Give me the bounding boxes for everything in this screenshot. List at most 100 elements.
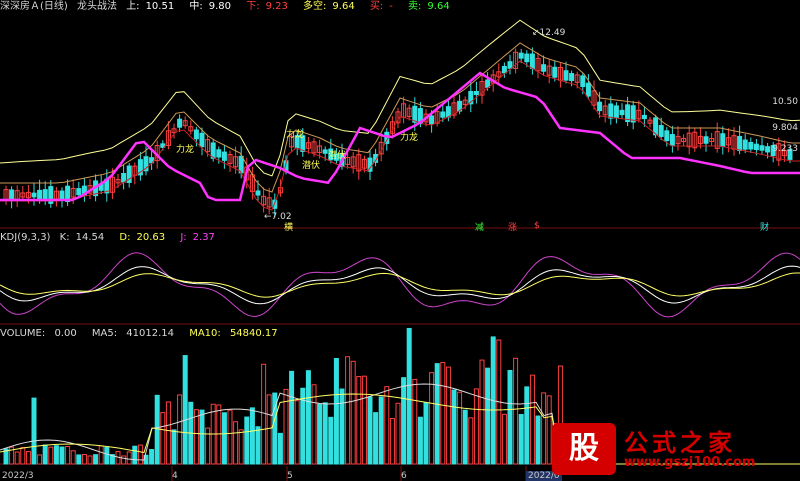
- qianfu-annotation-1: 潜伏: [302, 161, 321, 171]
- candle-body: [177, 118, 183, 128]
- volume-bar: [126, 451, 132, 465]
- volume-bar: [356, 376, 362, 465]
- volume-bar: [395, 402, 401, 465]
- candle-body: [619, 109, 625, 116]
- volume-bar: [98, 445, 104, 465]
- candle-body: [613, 105, 619, 119]
- volume-bar: [294, 400, 300, 465]
- li-long-annotation-2: 力龙: [286, 130, 305, 140]
- candle-body: [748, 142, 754, 150]
- volume-bar: [216, 404, 222, 465]
- volume-bar: [378, 396, 384, 465]
- candle-body: [501, 65, 507, 74]
- volume-bar: [367, 396, 373, 465]
- ma10-label: MA10:: [189, 328, 221, 339]
- volume-bar: [132, 445, 138, 465]
- volume-value: 0.00: [54, 328, 77, 339]
- ma5-label: MA5:: [91, 328, 118, 339]
- volume-bar: [345, 356, 351, 465]
- volume-header: VOLUME: 0.00 MA5: 41012.14 MA10: 54840.1…: [0, 327, 290, 341]
- volume-name[interactable]: VOLUME:: [0, 328, 45, 339]
- volume-bar: [546, 395, 552, 465]
- candle-body: [216, 149, 222, 158]
- down-label: 下:: [246, 1, 260, 12]
- x-label-2: 5: [287, 471, 293, 481]
- volume-bar: [328, 416, 334, 465]
- volume-bar: [501, 413, 507, 465]
- duokong-label: 多空:: [303, 1, 327, 12]
- volume-bar: [462, 409, 468, 465]
- volume-bar: [249, 407, 255, 465]
- volume-bar: [193, 409, 199, 465]
- volume-bar: [227, 409, 233, 465]
- up-label: 上:: [126, 1, 140, 12]
- marker-dollar: $: [534, 221, 540, 231]
- volume-bar: [20, 447, 26, 465]
- volume-bar: [524, 386, 530, 465]
- kdj-d-value: 20.63: [136, 232, 166, 243]
- indicator-name[interactable]: 龙头战法: [77, 1, 117, 12]
- candle-body: [524, 53, 530, 63]
- watermark: 股 公式之家 www.gszj100.com: [552, 423, 782, 475]
- volume-bar: [384, 386, 390, 465]
- volume-bar: [171, 429, 177, 465]
- volume-bar: [322, 402, 328, 465]
- candle-body: [597, 101, 603, 112]
- candle-body: [9, 189, 15, 201]
- volume-bar: [333, 357, 339, 465]
- volume-bar: [529, 374, 535, 465]
- kdj-d-line: [0, 272, 800, 298]
- candle-body: [76, 188, 82, 196]
- candle-body: [37, 189, 43, 201]
- volume-bar: [87, 455, 93, 465]
- volume-bar: [266, 394, 272, 465]
- candle-body: [720, 133, 726, 148]
- volume-bar: [507, 369, 513, 465]
- candle-body: [658, 125, 664, 137]
- down-value: 9.23: [265, 1, 288, 12]
- volume-bar: [429, 372, 435, 465]
- volume-bar: [53, 445, 59, 465]
- volume-bar: [317, 403, 323, 465]
- volume-bar: [37, 454, 43, 465]
- candle-body: [199, 132, 205, 148]
- volume-bar: [518, 414, 524, 465]
- kdj-j-label: J:: [180, 232, 187, 243]
- volume-bar: [255, 426, 261, 465]
- candle-body: [121, 172, 127, 183]
- volume-bar: [182, 355, 188, 465]
- candle-body: [669, 134, 675, 146]
- kdj-k-label: K:: [59, 232, 70, 243]
- candle-body: [445, 106, 451, 118]
- volume-bar: [177, 394, 183, 465]
- marker-zhang: 涨: [508, 223, 518, 233]
- volume-bar: [14, 451, 20, 465]
- candlestick-series: [3, 47, 793, 218]
- volume-bar: [541, 392, 547, 465]
- price-label-lower: 9.233: [772, 144, 798, 154]
- volume-bar: [25, 451, 31, 465]
- volume-bar: [70, 450, 76, 465]
- volume-bar: [339, 388, 345, 465]
- marker-jian: 减: [475, 223, 485, 233]
- candle-body: [759, 145, 765, 151]
- candle-body: [193, 129, 199, 140]
- volume-bar: [468, 417, 474, 465]
- volume-bar: [283, 388, 289, 465]
- kdj-name[interactable]: KDJ(9,3,3): [0, 232, 50, 243]
- stock-title[interactable]: 深深房Ａ(日线): [0, 1, 68, 12]
- kdj-k-value: 14.54: [75, 232, 105, 243]
- volume-bar: [289, 370, 295, 465]
- volume-bar: [373, 412, 379, 465]
- candle-body: [563, 70, 569, 81]
- volume-bar: [261, 363, 267, 465]
- volume-bar: [361, 375, 367, 465]
- x-label-0: 2022/3: [2, 471, 34, 481]
- kdj-j-line: [0, 252, 800, 318]
- volume-bar: [48, 446, 54, 465]
- price-label-mid: 9.804: [772, 123, 798, 133]
- volume-bar: [305, 370, 311, 465]
- volume-bar: [451, 389, 457, 465]
- candle-body: [255, 190, 261, 196]
- candle-body: [765, 146, 771, 153]
